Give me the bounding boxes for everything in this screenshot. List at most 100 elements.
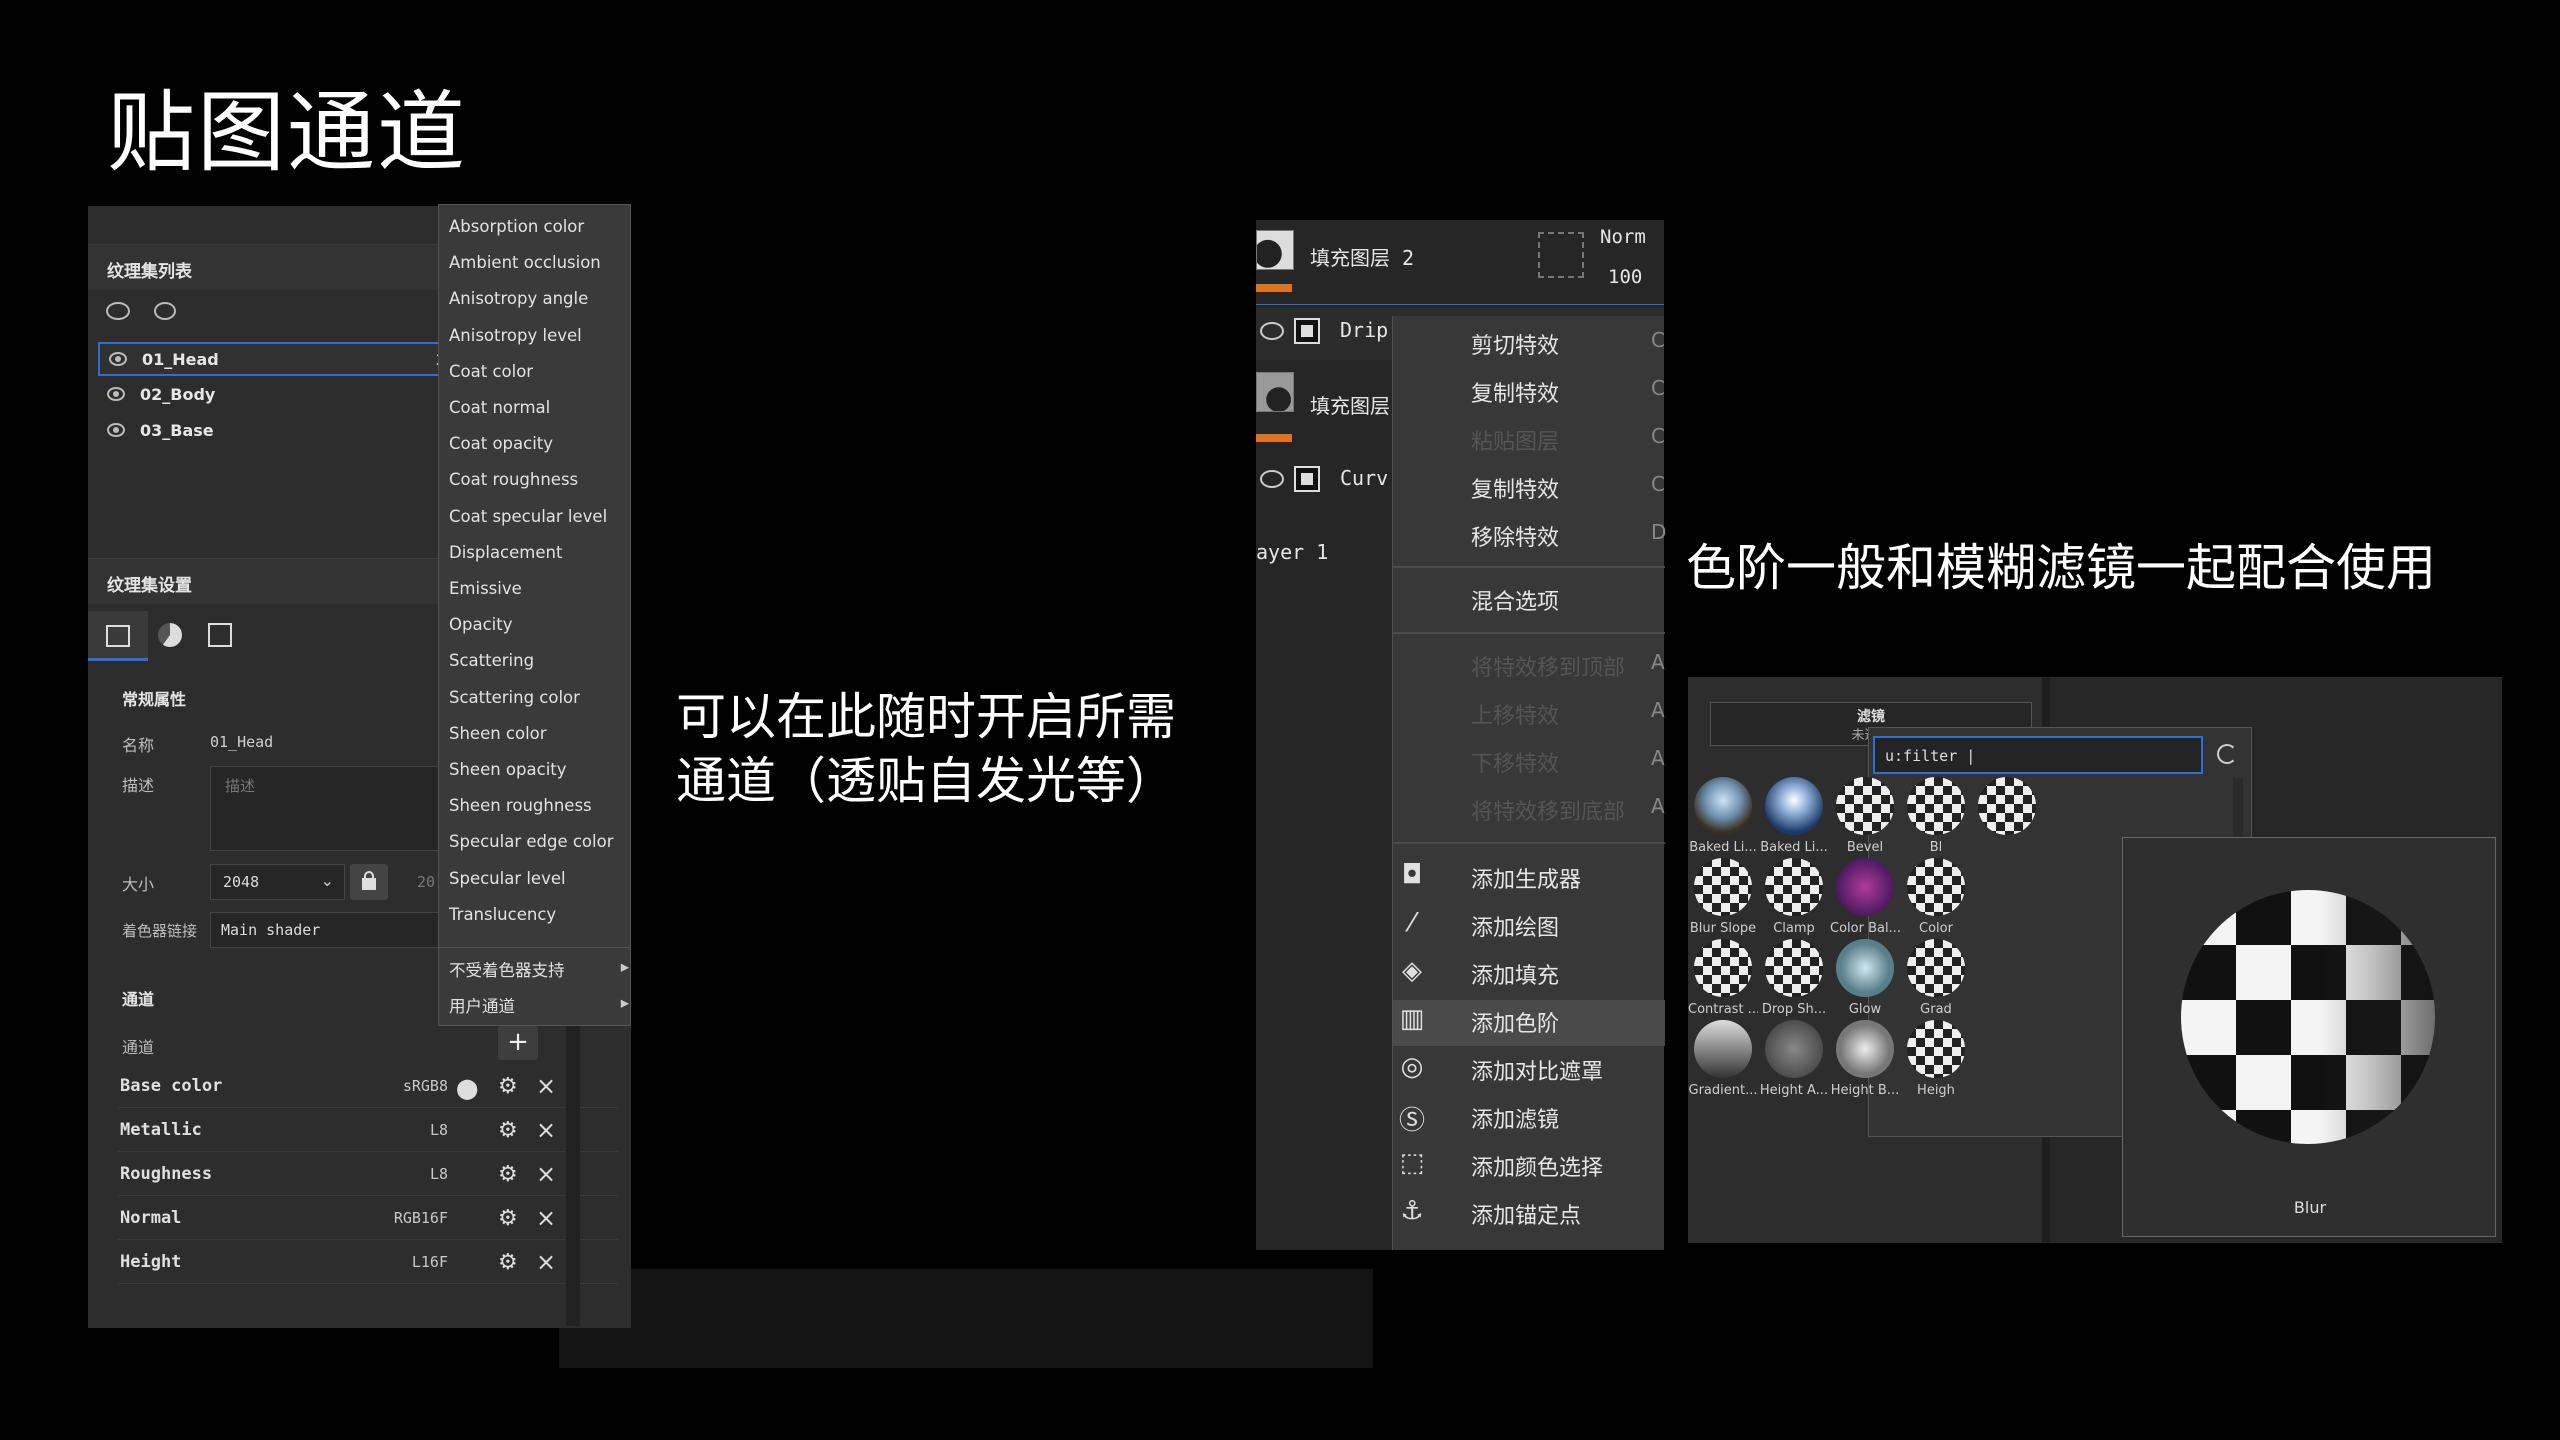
filter-thumbnail[interactable] [1765,858,1823,916]
layer-color-tag [1256,284,1292,292]
filter-label: Drop Sh... [1761,1002,1827,1017]
eye-icon[interactable] [154,302,176,320]
size-select[interactable]: 2048 ⌄ [210,864,345,900]
channel-menu-item[interactable]: Ambient occlusion [449,253,601,272]
color-select-icon: ⬚ [1399,1148,1425,1178]
close-icon[interactable]: × [536,1160,556,1188]
filter-thumbnail[interactable] [1836,1020,1894,1078]
context-menu-item[interactable]: 复制特效 C [1471,472,1665,504]
filter-thumbnail[interactable] [1694,939,1752,997]
context-menu-item[interactable]: 复制特效 C [1471,376,1665,408]
shader-label: 着色器链接 [122,922,198,940]
channel-menu-item[interactable]: Absorption color [449,217,584,236]
color-profile-icon[interactable]: ⬤ [456,1076,478,1100]
channel-menu-item[interactable]: Coat opacity [449,434,553,453]
filter-thumbnail[interactable] [1765,939,1823,997]
gear-icon[interactable]: ⚙ [498,1250,518,1275]
channel-menu-item[interactable]: Coat color [449,362,533,381]
gear-icon[interactable]: ⚙ [498,1206,518,1231]
visibility-toggle-icon[interactable] [106,302,130,320]
filter-thumbnail[interactable] [1907,858,1965,916]
tab-settings[interactable] [88,611,148,661]
filter-thumbnail[interactable] [1907,777,1965,835]
shortcut-hint: C [1651,472,1665,496]
channel-menu-item[interactable]: Anisotropy level [449,326,582,345]
channel-menu-item[interactable]: Sheen color [449,724,547,743]
gear-icon[interactable]: ⚙ [498,1162,518,1187]
opacity-value[interactable]: 100 [1608,266,1664,288]
eye-icon[interactable] [109,352,127,366]
shader-select[interactable]: Main shader [210,912,445,948]
layer-context-menu: 剪切特效 C 复制特效 C 粘贴图层 C 复制特效 C 移除特效 D 混合选项 将特效移到顶部 A 上移特… [1392,316,1666,1250]
channel-menu-item[interactable]: Sheen opacity [449,760,567,779]
add-channel-button[interactable]: + [498,1026,538,1060]
filter-thumbnail[interactable] [1694,858,1752,916]
context-menu-item[interactable]: 添加绘图 [1471,910,1559,942]
channel-menu-item[interactable]: Coat specular level [449,507,607,526]
filter-search-input[interactable]: u:filter | [1873,736,2203,774]
gear-icon[interactable]: ⚙ [498,1118,518,1143]
context-menu-item[interactable]: 添加颜色选择 [1471,1150,1603,1182]
filter-thumbnail[interactable] [1978,777,2036,835]
channel-row: Metallic L8 ⚙ × [118,1110,618,1152]
filter-thumbnail[interactable] [1836,858,1894,916]
chevron-down-icon: ⌄ [320,871,334,890]
context-menu-item[interactable]: 添加锚定点 [1471,1198,1581,1230]
channel-menu-item[interactable]: Coat roughness [449,470,578,489]
tab-bake-icon[interactable] [158,623,182,647]
blend-mode-select[interactable]: Norm [1600,226,1664,248]
description-input[interactable]: 描述 [210,766,445,851]
filter-thumbnail[interactable] [1836,777,1894,835]
filter-thumbnail[interactable] [1694,1020,1752,1078]
close-icon[interactable]: × [536,1248,556,1276]
channel-menu-item[interactable]: Translucency [449,905,556,924]
filter-label: Color Bal... [1830,921,1900,936]
filter-label: Contrast ... [1688,1002,1758,1017]
shortcut-hint: C [1651,424,1665,448]
channel-row: Normal RGB16F ⚙ × [118,1198,618,1240]
filter-thumbnail[interactable] [1907,1020,1965,1078]
channel-submenu-item[interactable]: 用户通道 [449,993,629,1017]
channel-menu-item[interactable]: Emissive [449,579,522,598]
filter-thumbnail[interactable] [1907,939,1965,997]
selection-line [1256,304,1664,305]
channel-menu-item[interactable]: Opacity [449,615,512,634]
context-menu-item[interactable]: 添加对比遮罩 [1471,1054,1603,1086]
channel-row: Height L16F ⚙ × [118,1242,618,1284]
close-icon[interactable]: × [536,1116,556,1144]
channel-menu-item[interactable]: Specular level [449,869,566,888]
blur-preview-sphere [2181,890,2435,1144]
context-menu-item[interactable]: 剪切特效 C [1471,328,1665,360]
refresh-icon[interactable] [2217,744,2237,764]
eye-icon[interactable] [107,423,125,437]
context-menu-item[interactable]: 添加色阶 [1471,1006,1559,1038]
channel-menu-item[interactable]: Coat normal [449,398,550,417]
filter-thumbnail[interactable] [1836,939,1894,997]
context-menu-item[interactable]: 移除特效 D [1471,520,1666,552]
eye-icon[interactable] [1260,470,1284,488]
context-menu-item[interactable]: 添加生成器 [1471,862,1581,894]
channel-menu-item[interactable]: Sheen roughness [449,796,592,815]
effect-icon [1294,318,1320,344]
context-menu-item[interactable]: 添加填充 [1471,958,1559,990]
filter-thumbnail[interactable] [1765,1020,1823,1078]
channel-menu-item[interactable]: Scattering [449,651,534,670]
context-menu-item[interactable]: 混合选项 [1471,584,1559,616]
filter-label: Gradient... [1688,1083,1758,1098]
close-icon[interactable]: × [536,1072,556,1100]
gear-icon[interactable]: ⚙ [498,1074,518,1099]
channel-menu-item[interactable]: Specular edge color [449,832,613,851]
context-menu-item[interactable]: 添加滤镜 [1471,1102,1559,1134]
close-icon[interactable]: × [536,1204,556,1232]
eye-icon[interactable] [107,387,125,401]
filter-thumbnail[interactable] [1694,777,1752,835]
channel-submenu-item[interactable]: 不受着色器支持 [449,957,629,981]
eye-icon[interactable] [1260,322,1284,340]
channel-menu-item[interactable]: Anisotropy angle [449,289,588,308]
filter-thumbnail[interactable] [1765,777,1823,835]
channel-menu-item[interactable]: Displacement [449,543,562,562]
tab-uv-icon[interactable] [208,623,232,647]
channel-menu-item[interactable]: Scattering color [449,688,580,707]
preview-label: Blur [2293,1198,2327,1217]
lock-icon[interactable] [350,864,388,900]
